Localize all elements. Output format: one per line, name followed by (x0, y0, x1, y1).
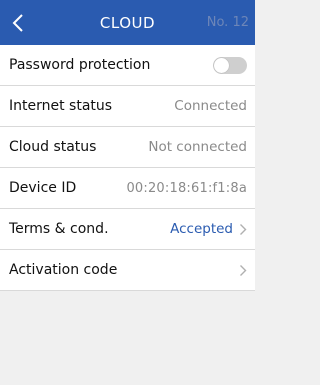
header-bar: CLOUD No. 12 (0, 0, 255, 45)
internet-status-value: Connected (174, 98, 247, 114)
terms-status-value: Accepted (170, 221, 233, 237)
row-password-protection: Password protection (0, 45, 255, 86)
cloud-status-value: Not connected (148, 139, 247, 155)
row-terms-and-conditions[interactable]: Terms & cond. Accepted (0, 209, 255, 250)
chevron-left-icon (12, 13, 24, 33)
row-label: Cloud status (9, 139, 97, 155)
row-label: Terms & cond. (9, 221, 109, 237)
row-activation-code[interactable]: Activation code (0, 250, 255, 291)
device-number: No. 12 (206, 15, 249, 30)
device-id-value: 00:20:18:61:f1:8a (126, 180, 247, 196)
chevron-right-icon (239, 223, 247, 236)
row-internet-status: Internet status Connected (0, 86, 255, 127)
chevron-right-icon (239, 264, 247, 277)
row-label: Activation code (9, 262, 118, 278)
row-cloud-status: Cloud status Not connected (0, 127, 255, 168)
row-device-id: Device ID 00:20:18:61:f1:8a (0, 168, 255, 209)
settings-list: Password protection Internet status Conn… (0, 45, 255, 291)
row-label: Device ID (9, 180, 77, 196)
row-label: Internet status (9, 98, 113, 114)
back-button[interactable] (0, 0, 36, 45)
row-label: Password protection (9, 57, 151, 73)
toggle-knob (214, 57, 229, 73)
password-protection-toggle[interactable] (213, 56, 247, 74)
